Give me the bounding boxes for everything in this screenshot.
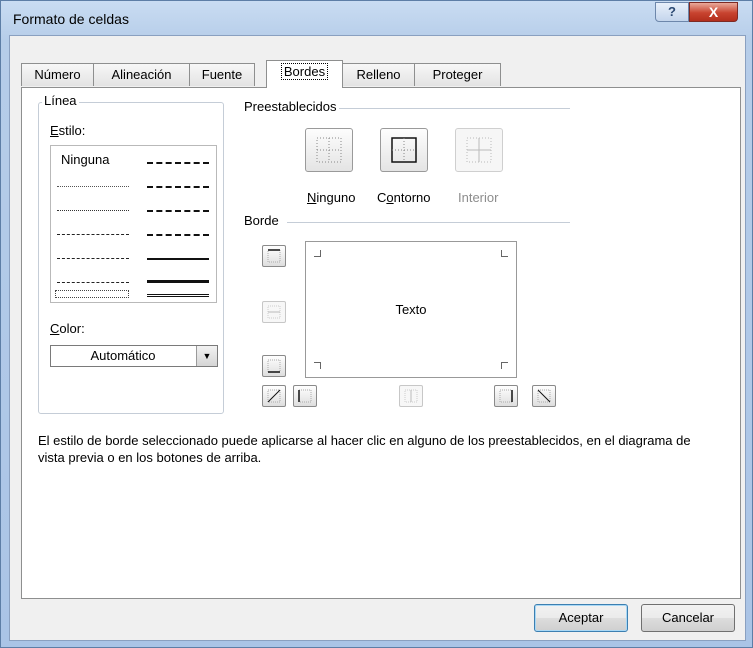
border-diagonal-down-icon — [537, 389, 551, 403]
style-hair-option[interactable] — [57, 186, 129, 187]
preview-text: Texto — [395, 302, 427, 317]
cancel-button[interactable]: Cancelar — [641, 604, 735, 632]
border-bottom-icon — [267, 359, 281, 373]
preset-outline-icon — [391, 137, 417, 163]
border-separator — [287, 222, 570, 223]
preview-corner-top-right — [501, 250, 508, 257]
linea-group-label: Línea — [42, 93, 79, 108]
close-button[interactable]: X — [689, 2, 738, 22]
style-medium-dashdotdot-option[interactable] — [147, 162, 209, 164]
dialog-title: Formato de celdas — [13, 11, 129, 27]
border-preview[interactable]: Texto — [305, 241, 517, 378]
tab-relleno[interactable]: Relleno — [342, 63, 415, 86]
color-dropdown-value: Automático — [90, 348, 156, 363]
dialog-window: Formato de celdas ? X Número Alineación … — [0, 0, 753, 648]
help-description: El estilo de borde seleccionado puede ap… — [38, 433, 691, 465]
chevron-down-icon[interactable]: ▼ — [196, 346, 217, 366]
border-inside-horizontal-button[interactable] — [262, 301, 286, 323]
tab-panel-bordes: Línea Estilo: Ninguna Color: Automático … — [21, 87, 741, 599]
preset-outline-label: Contorno — [377, 190, 431, 205]
line-style-list[interactable]: Ninguna — [50, 145, 217, 303]
border-left-icon — [298, 389, 312, 403]
tab-proteger[interactable]: Proteger — [414, 63, 501, 86]
dialog-body: Número Alineación Fuente Bordes Relleno … — [9, 35, 746, 641]
style-dashed-option[interactable] — [57, 282, 129, 283]
preset-inside-label: Interior — [458, 190, 499, 205]
preview-corner-bottom-left — [314, 362, 321, 369]
tab-alineacion[interactable]: Alineación — [93, 63, 190, 86]
presets-group-label: Preestablecidos — [242, 99, 339, 114]
preset-inside-icon — [466, 137, 492, 163]
tab-bordes[interactable]: Bordes — [266, 60, 343, 88]
style-dashdot-option[interactable] — [57, 258, 129, 259]
style-selected-thin-option[interactable] — [55, 290, 129, 298]
style-medium-option[interactable] — [147, 258, 209, 260]
preset-none-icon — [316, 137, 342, 163]
style-double-option[interactable] — [147, 294, 209, 297]
style-dotted-option[interactable] — [57, 210, 129, 211]
border-inside-horizontal-icon — [267, 305, 281, 319]
style-dashdotdot-option[interactable] — [57, 234, 129, 235]
border-top-button[interactable] — [262, 245, 286, 267]
style-none-option[interactable]: Ninguna — [61, 152, 109, 167]
style-medium-dashed-option[interactable] — [147, 234, 209, 236]
style-label: Estilo: — [50, 123, 86, 138]
tab-numero[interactable]: Número — [21, 63, 94, 86]
style-slanted-dashdot-option[interactable] — [147, 186, 209, 188]
border-right-button[interactable] — [494, 385, 518, 407]
presets-separator — [320, 108, 570, 109]
border-left-button[interactable] — [293, 385, 317, 407]
border-diagonal-up-icon — [267, 389, 281, 403]
accept-button[interactable]: Aceptar — [534, 604, 628, 632]
help-button[interactable]: ? — [655, 2, 689, 22]
color-label: Color: — [50, 321, 85, 336]
preset-none-button[interactable] — [305, 128, 353, 172]
border-diagonal-up-button[interactable] — [262, 385, 286, 407]
preview-corner-top-left — [314, 250, 321, 257]
tab-fuente[interactable]: Fuente — [189, 63, 255, 86]
color-dropdown[interactable]: Automático ▼ — [50, 345, 218, 367]
title-bar[interactable]: Formato de celdas ? X — [1, 1, 752, 35]
border-inside-vertical-icon — [404, 389, 418, 403]
preset-none-label: Ninguno — [307, 190, 356, 205]
border-top-icon — [267, 249, 281, 263]
border-right-icon — [499, 389, 513, 403]
preview-corner-bottom-right — [501, 362, 508, 369]
style-thick-option[interactable] — [147, 280, 209, 283]
preset-inside-button[interactable] — [455, 128, 503, 172]
border-inside-vertical-button[interactable] — [399, 385, 423, 407]
tab-bordes-label: Bordes — [280, 63, 329, 80]
border-bottom-button[interactable] — [262, 355, 286, 377]
border-diagonal-down-button[interactable] — [532, 385, 556, 407]
style-medium-dashdot-option[interactable] — [147, 210, 209, 212]
border-group-label: Borde — [242, 213, 281, 228]
preset-outline-button[interactable] — [380, 128, 428, 172]
